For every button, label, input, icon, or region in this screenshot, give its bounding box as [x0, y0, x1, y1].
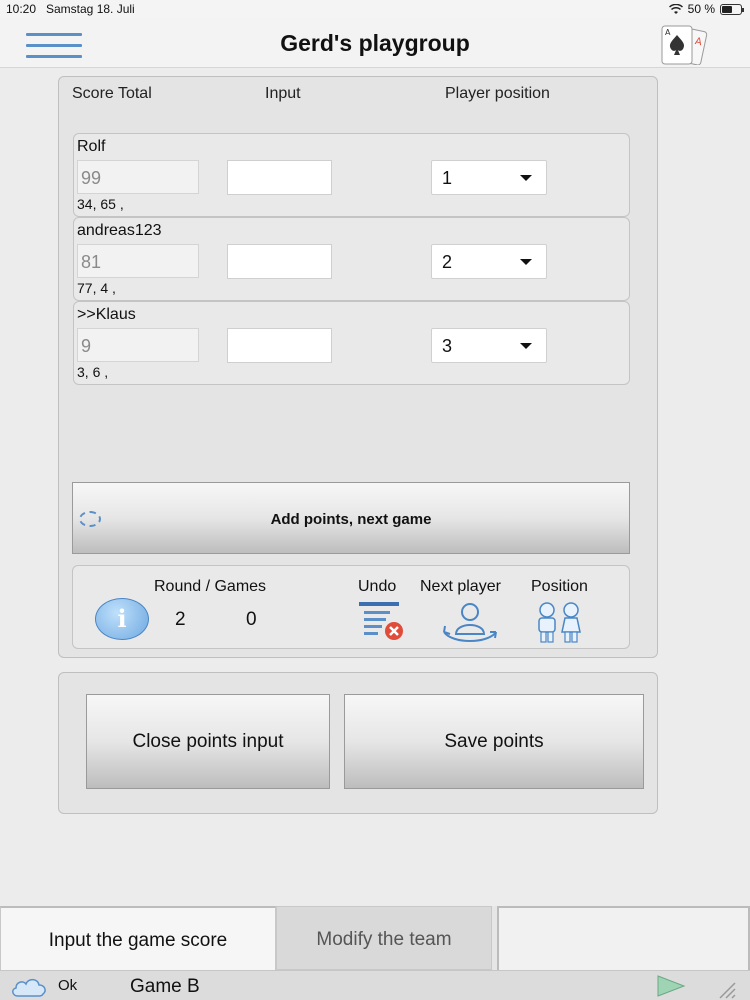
- points-input[interactable]: [227, 328, 332, 363]
- add-points-label: Add points, next game: [270, 511, 432, 528]
- close-points-input-button[interactable]: Close points input: [86, 694, 330, 789]
- add-points-button[interactable]: Add points, next game: [72, 482, 630, 554]
- round-games-label: Round / Games: [154, 578, 267, 595]
- position-value: 3: [442, 336, 453, 356]
- playing-cards-icon[interactable]: A A: [654, 23, 714, 65]
- status-bar: 10:20 Samstag 18. Juli 50 %: [0, 0, 750, 18]
- save-points-button[interactable]: Save points: [344, 694, 644, 789]
- input-header: Input: [265, 85, 301, 102]
- svg-text:A: A: [665, 28, 671, 37]
- points-input[interactable]: [227, 244, 332, 279]
- app-header: Gerd's playgroup A A: [0, 18, 750, 68]
- info-icon[interactable]: i: [95, 598, 149, 640]
- tab-bar: Input the game score Modify the team: [0, 906, 750, 970]
- player-name: >>Klaus: [77, 306, 136, 323]
- wifi-icon: [668, 3, 683, 14]
- status-time: 10:20: [6, 2, 37, 16]
- page-title: Gerd's playgroup: [280, 30, 470, 56]
- tab-input-game-score[interactable]: Input the game score: [0, 906, 276, 970]
- position-select[interactable]: 1: [431, 160, 547, 195]
- cloud-icon: [12, 978, 46, 997]
- player-row: Rolf 99 34, 65 , 1: [73, 133, 630, 217]
- player-row: >>Klaus 9 3, 6 , 3: [73, 301, 630, 385]
- score-history: 77, 4 ,: [77, 280, 116, 296]
- score-total-field: 81: [77, 244, 199, 278]
- undo-label: Undo: [358, 578, 397, 595]
- status-right: 50 %: [668, 2, 744, 16]
- next-player-icon[interactable]: [440, 602, 500, 644]
- chevron-down-icon: [520, 343, 532, 349]
- round-info-box: i Round / Games 2 0 Undo Next player Pos…: [72, 565, 630, 649]
- chevron-down-icon: [520, 175, 532, 181]
- player-row: andreas123 81 77, 4 , 2: [73, 217, 630, 301]
- play-icon[interactable]: [656, 975, 686, 997]
- player-position-header: Player position: [445, 85, 550, 102]
- tab-empty: [497, 906, 750, 970]
- resize-grip-icon[interactable]: [716, 979, 736, 999]
- score-history: 3, 6 ,: [77, 364, 109, 380]
- player-position-icon[interactable]: [529, 602, 589, 644]
- score-total-header: Score Total: [72, 85, 152, 102]
- footer-bar: Ok Game B: [0, 970, 750, 1000]
- battery-percent: 50 %: [687, 2, 715, 16]
- undo-icon[interactable]: [357, 602, 407, 642]
- score-panel: Score Total Input Player position Rolf 9…: [58, 76, 658, 658]
- battery-icon: [720, 3, 744, 15]
- position-select[interactable]: 2: [431, 244, 547, 279]
- chevron-down-icon: [520, 259, 532, 265]
- round-value: 2: [175, 609, 186, 630]
- score-history: 34, 65 ,: [77, 196, 124, 212]
- action-panel: Close points input Save points: [58, 672, 658, 814]
- player-name: Rolf: [77, 138, 106, 155]
- position-value: 2: [442, 252, 453, 272]
- score-total-field: 99: [77, 160, 199, 194]
- position-select[interactable]: 3: [431, 328, 547, 363]
- position-label: Position: [531, 578, 588, 595]
- player-name: andreas123: [77, 222, 162, 239]
- score-total-field: 9: [77, 328, 199, 362]
- sync-status: Ok: [58, 977, 78, 994]
- games-value: 0: [246, 609, 257, 630]
- next-player-label: Next player: [420, 578, 501, 595]
- position-value: 1: [442, 168, 453, 188]
- points-input[interactable]: [227, 160, 332, 195]
- tab-modify-team[interactable]: Modify the team: [276, 906, 492, 970]
- status-date: Samstag 18. Juli: [46, 2, 135, 16]
- current-game-name: Game B: [130, 976, 200, 997]
